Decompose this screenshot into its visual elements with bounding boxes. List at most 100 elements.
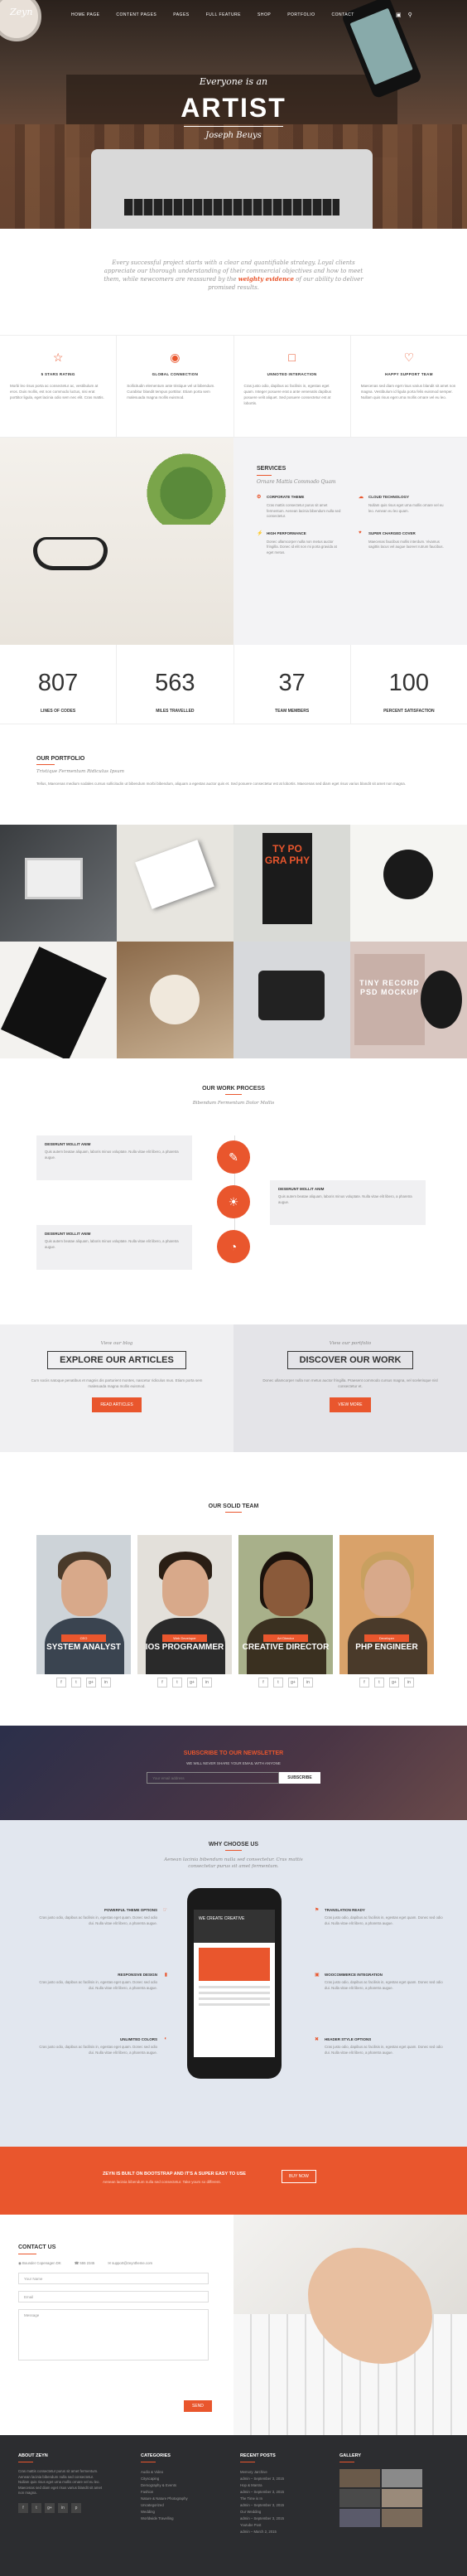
post-link[interactable]: The Time is In [240, 2496, 284, 2502]
stat-item: 37 TEAM MEMBERS [234, 645, 351, 724]
category-link[interactable]: Demography & Events [141, 2482, 188, 2489]
linkedin-icon[interactable]: in [303, 1678, 313, 1687]
nav-item-portfolio[interactable]: PORTFOLIO [287, 12, 315, 17]
stat-item: 100 PERCENT SATISFACTION [351, 645, 467, 724]
portfolio-tile-desk[interactable] [350, 825, 467, 942]
service-title: HIGH PERFORMANCE [267, 530, 306, 535]
view-more-button[interactable]: VIEW MORE [330, 1397, 371, 1412]
twitter-icon[interactable]: t [273, 1678, 283, 1687]
linkedin-icon[interactable]: in [101, 1678, 111, 1687]
google-plus-icon[interactable]: g+ [389, 1678, 399, 1687]
post-link[interactable]: Memory Jarchive [240, 2469, 284, 2476]
cart-icon[interactable]: ▣ [396, 12, 402, 18]
facebook-icon[interactable]: f [18, 2502, 28, 2513]
portfolio-tile-typography[interactable]: TY PO GRA PHY [234, 825, 350, 942]
chat-icon: □ [288, 351, 296, 364]
logo[interactable]: Zeyn [10, 7, 32, 17]
subscribe-button[interactable]: SUBSCRIBE [279, 1772, 320, 1784]
nav-item-content-pages[interactable]: CONTENT PAGES [116, 12, 156, 17]
buy-now-button[interactable]: BUY NOW [282, 2170, 316, 2183]
portfolio-tile-coffee[interactable] [117, 942, 234, 1058]
portfolio-tile-laptop[interactable] [0, 825, 117, 942]
discover-panel: View our portfolio DISCOVER OUR WORK Don… [234, 1324, 467, 1452]
service-desc: Cras mattis consectetur purus sit amet f… [267, 503, 341, 518]
category-link[interactable]: Wedding [141, 2509, 188, 2515]
post-link[interactable]: Hop & Mantra [240, 2482, 284, 2489]
gallery-thumb[interactable] [382, 2509, 422, 2527]
google-plus-icon[interactable]: g+ [86, 1678, 96, 1687]
team-member: CEO SYSTEM ANALYST f t g+ in [36, 1535, 131, 1692]
nav-item-home[interactable]: HOME PAGE [71, 12, 99, 17]
gallery-thumb[interactable] [339, 2469, 380, 2487]
gallery-thumb[interactable] [382, 2489, 422, 2507]
pinterest-icon[interactable]: p [71, 2502, 81, 2513]
read-articles-button[interactable]: READ ARTICLES [92, 1397, 142, 1412]
contact-phone: ☎ 555 2345 [75, 2261, 94, 2266]
feature-desc: Morbi leo risus porta ac consectetur ac,… [10, 384, 104, 399]
portfolio-tile-notebook[interactable] [0, 942, 117, 1058]
facebook-icon[interactable]: f [157, 1678, 167, 1687]
category-link[interactable]: Worldwide Travelling [141, 2515, 188, 2522]
footer-gallery: GALLERY [339, 2453, 422, 2527]
twitter-icon[interactable]: t [71, 1678, 81, 1687]
portfolio-tile-sketchbook[interactable] [117, 825, 234, 942]
google-plus-icon[interactable]: g+ [45, 2502, 55, 2513]
facebook-icon[interactable]: f [359, 1678, 369, 1687]
member-name: SYSTEM ANALYST [46, 1643, 121, 1652]
post-date: admin – September 3, 2015 [240, 2516, 285, 2520]
google-plus-icon[interactable]: g+ [288, 1678, 298, 1687]
linkedin-icon[interactable]: in [202, 1678, 212, 1687]
post-link[interactable]: Our Wedding [240, 2509, 284, 2515]
linkedin-icon[interactable]: in [404, 1678, 414, 1687]
twitter-icon[interactable]: t [374, 1678, 384, 1687]
why-item: ◐ UNLIMITED COLORS Cras justo odio, dapi… [33, 2036, 167, 2055]
footer-gallery-title: GALLERY [339, 2453, 362, 2458]
nav-item-full-feature[interactable]: FULL FEATURE [206, 12, 241, 17]
name-field[interactable]: Your Name [18, 2273, 209, 2284]
portfolio-tile-camera[interactable] [234, 942, 350, 1058]
gallery-thumb[interactable] [382, 2469, 422, 2487]
feature-desc: Sollicitudin elementum ante tristique ve… [127, 384, 215, 399]
process-divider [225, 1094, 242, 1095]
contact-section: CONTACT US ◉ Bounder Copenagen DK ☎ 555 … [0, 2215, 234, 2435]
nav-item-shop[interactable]: SHOP [258, 12, 271, 17]
phone-screen-header: WE CREATE CREATIVE [194, 1910, 275, 1943]
category-link[interactable]: Audio & Video [141, 2469, 188, 2476]
post-link[interactable]: Youtube Post [240, 2522, 284, 2529]
newsletter-email-input[interactable] [147, 1772, 280, 1784]
stat-value: 37 [278, 670, 306, 696]
services-divider [257, 475, 272, 476]
email-field[interactable]: Email [18, 2291, 209, 2302]
send-button[interactable]: SEND [184, 2400, 212, 2412]
category-link[interactable]: Cityscaping [141, 2476, 188, 2482]
facebook-icon[interactable]: f [258, 1678, 268, 1687]
why-item-title: WOOCOMMERCE INTEGRATION [325, 1973, 383, 1977]
cloud-icon: ☁ [359, 495, 363, 500]
category-link[interactable]: Uncategorized [141, 2502, 188, 2509]
nav-item-contact[interactable]: CONTACT [332, 12, 354, 17]
discover-pretitle: View our portfolio [329, 1341, 372, 1346]
service-item: ⚡ HIGH PERFORMANCE Donec ullamcorper null… [257, 531, 342, 556]
why-divider [225, 1850, 242, 1851]
twitter-icon[interactable]: t [172, 1678, 182, 1687]
member-name: CREATIVE DIRECTOR [242, 1643, 330, 1652]
message-field[interactable]: Message [18, 2309, 209, 2361]
search-icon[interactable]: ⚲ [408, 12, 412, 18]
google-plus-icon[interactable]: g+ [187, 1678, 197, 1687]
category-link[interactable]: Fashion [141, 2489, 188, 2496]
gallery-thumb[interactable] [339, 2509, 380, 2527]
portfolio-tile-record[interactable]: TINY RECORD PSD MOCKUP [350, 942, 467, 1058]
nav-item-pages[interactable]: PAGES [173, 12, 189, 17]
contact-email-text[interactable]: support@zeyntheme.com [112, 2261, 152, 2265]
category-link[interactable]: Nature & Nature Photography [141, 2496, 188, 2502]
services-panel: SERVICES Ornare Mattis Commodo Quam ⚙ COR… [234, 438, 467, 645]
linkedin-icon[interactable]: in [58, 2502, 68, 2513]
why-subtitle: Aenean lacinia bibendum nulla sed consec… [164, 1857, 303, 1869]
stats-row: 807 LINES OF CODES 563 MILES TRAVELLED 37 T… [0, 645, 467, 724]
service-desc: Donec ullamcorper nulla non metus auctor… [267, 539, 337, 554]
explore-panel: View our blog EXPLORE OUR ARTICLES Cum s… [0, 1324, 234, 1452]
gallery-thumb[interactable] [339, 2489, 380, 2507]
twitter-icon[interactable]: t [31, 2502, 41, 2513]
facebook-icon[interactable]: f [56, 1678, 66, 1687]
gauge-icon: ◔ [217, 1230, 250, 1263]
